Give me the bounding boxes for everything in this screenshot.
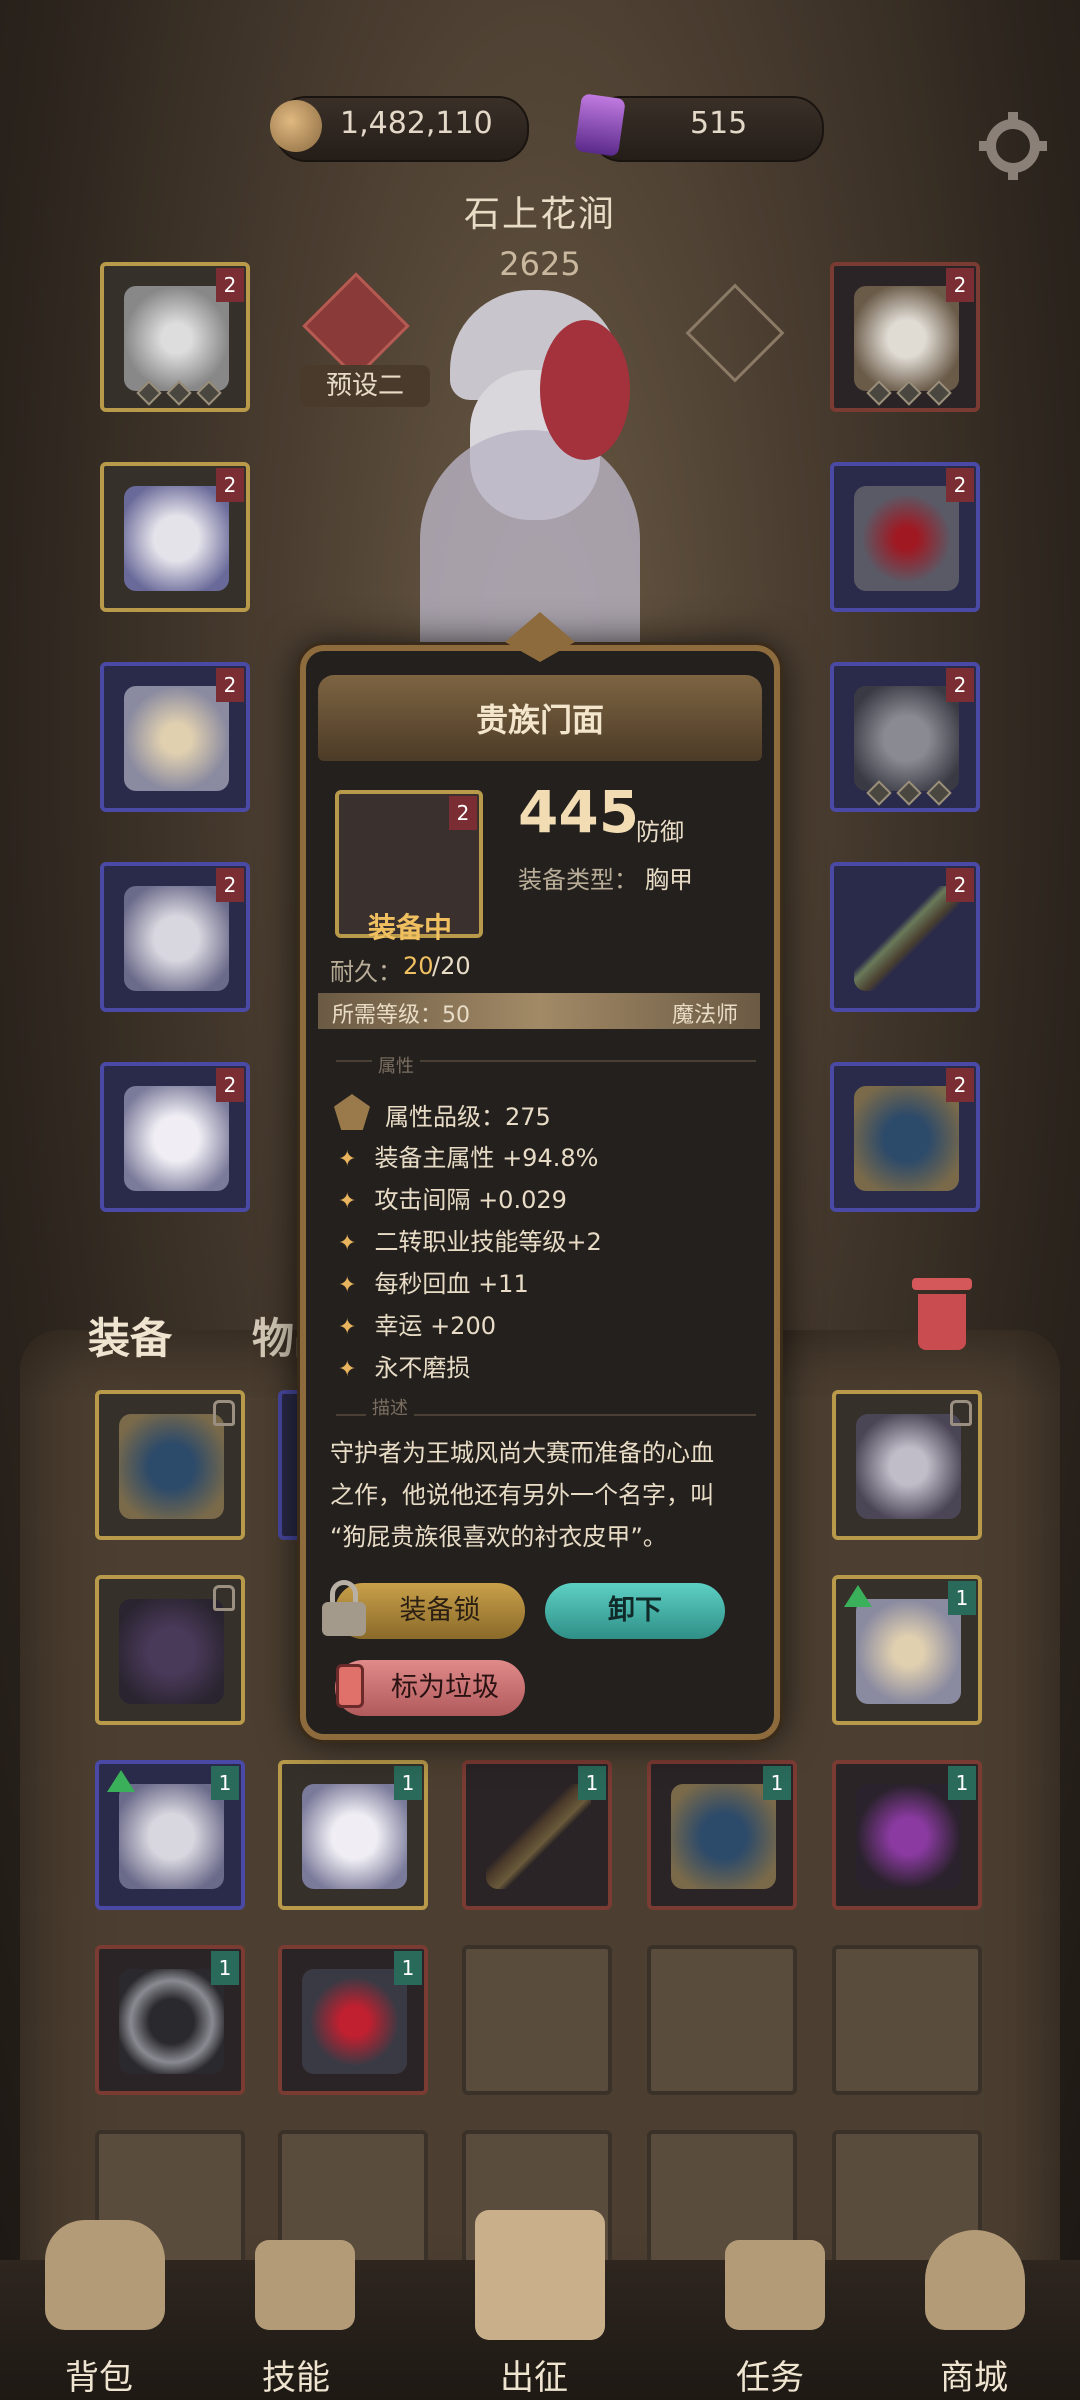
item-description-line-3: “狗屁贵族很喜欢的衬衣皮甲”。	[330, 1523, 667, 1551]
item-description-line-2: 之作，他说他还有另外一个名字，叫	[330, 1481, 714, 1509]
inventory-slot[interactable]: 1	[95, 1945, 245, 2095]
settings-gear-icon[interactable]	[975, 108, 1051, 184]
nav-backpack[interactable]: 背包	[30, 2200, 180, 2400]
inventory-slot[interactable]: 1	[278, 1945, 428, 2095]
inventory-slot[interactable]: 1	[462, 1760, 612, 1910]
gold-amount: 1,482,110	[340, 106, 493, 141]
equip-slot-boots[interactable]: 2	[100, 1062, 250, 1212]
inventory-slot[interactable]	[95, 1390, 245, 1540]
defense-label: 防御	[636, 818, 684, 846]
section-description-title: 描述	[366, 1394, 414, 1420]
item-description-line-1: 守护者为王城风尚大赛而准备的心血	[330, 1439, 714, 1467]
trash-can-icon[interactable]	[912, 1278, 972, 1350]
attribute-quality: 属性品级：275	[385, 1103, 551, 1131]
inventory-slot-empty[interactable]	[462, 1945, 612, 2095]
equip-slot-cape[interactable]: 2	[100, 662, 250, 812]
upgrade-arrow-icon	[844, 1585, 872, 1607]
location-name: 石上花涧	[463, 194, 616, 235]
equipped-label: 装备中	[367, 911, 452, 944]
durability-label: 耐久：	[330, 958, 402, 986]
inventory-slot[interactable]: 1	[647, 1760, 797, 1910]
equip-slot-weapon[interactable]: 2	[830, 862, 980, 1012]
tab-equipment[interactable]: 装备	[88, 1305, 172, 1366]
skill-book-icon	[255, 2240, 355, 2330]
equip-slot-legs[interactable]: 2	[100, 862, 250, 1012]
item-name: 贵族门面	[475, 701, 604, 739]
nav-quests[interactable]: 任务	[700, 2200, 850, 2400]
quest-scroll-icon	[725, 2240, 825, 2330]
nav-shop[interactable]: 商城	[900, 2200, 1050, 2400]
backpack-icon	[45, 2220, 165, 2330]
inventory-slot[interactable]: 1	[95, 1760, 245, 1910]
list-item: ✦ 二转职业技能等级+2	[338, 1228, 602, 1256]
nav-expedition[interactable]: 出征	[450, 2180, 630, 2400]
inventory-slot[interactable]	[95, 1575, 245, 1725]
list-item: ✦ 攻击间隔 +0.029	[338, 1186, 567, 1214]
class-requirement: 魔法师	[672, 1003, 739, 1028]
list-item: ✦ 装备主属性 +94.8%	[338, 1144, 599, 1172]
gem-amount: 515	[690, 106, 748, 141]
item-type-value: 胸甲	[645, 866, 693, 894]
nav-skills[interactable]: 技能	[230, 2200, 380, 2400]
inventory-slot[interactable]	[832, 1390, 982, 1540]
inventory-slot-empty[interactable]	[832, 1945, 982, 2095]
inventory-slot[interactable]: 1	[832, 1575, 982, 1725]
inventory-slot[interactable]: 1	[832, 1760, 982, 1910]
lantern-icon	[330, 1656, 370, 1716]
shop-crown-icon	[925, 2230, 1025, 2330]
list-item: ✦ 永不磨损	[338, 1354, 471, 1382]
expedition-map-icon	[475, 2210, 605, 2340]
equip-slot-ring-1[interactable]: 2	[830, 462, 980, 612]
purple-gem-icon	[574, 93, 626, 157]
equip-slot-ring-2[interactable]: 2	[830, 662, 980, 812]
durability-current: 20	[403, 952, 434, 980]
level-requirement: 所需等级：50	[332, 1003, 470, 1028]
inventory-slot-empty[interactable]	[647, 1945, 797, 2095]
durability-max: /20	[432, 952, 471, 980]
inventory-slot[interactable]: 1	[278, 1760, 428, 1910]
section-attributes-title: 属性	[372, 1052, 420, 1078]
list-item: ✦ 每秒回血 +11	[338, 1270, 529, 1298]
upgrade-arrow-icon	[107, 1770, 135, 1792]
defense-value: 445	[518, 778, 640, 846]
item-type-label: 装备类型：	[518, 866, 638, 894]
padlock-icon	[322, 1580, 366, 1636]
unequip-button[interactable]: 卸下	[545, 1583, 725, 1639]
equip-slot-chest[interactable]: 2	[100, 462, 250, 612]
gold-coin-icon	[270, 100, 322, 152]
equip-slot-amulet[interactable]: 2	[830, 262, 980, 412]
equip-slot-offhand[interactable]: 2	[830, 1062, 980, 1212]
list-item: ✦ 幸运 +200	[338, 1312, 496, 1340]
equip-slot-hat[interactable]: 2	[100, 262, 250, 412]
